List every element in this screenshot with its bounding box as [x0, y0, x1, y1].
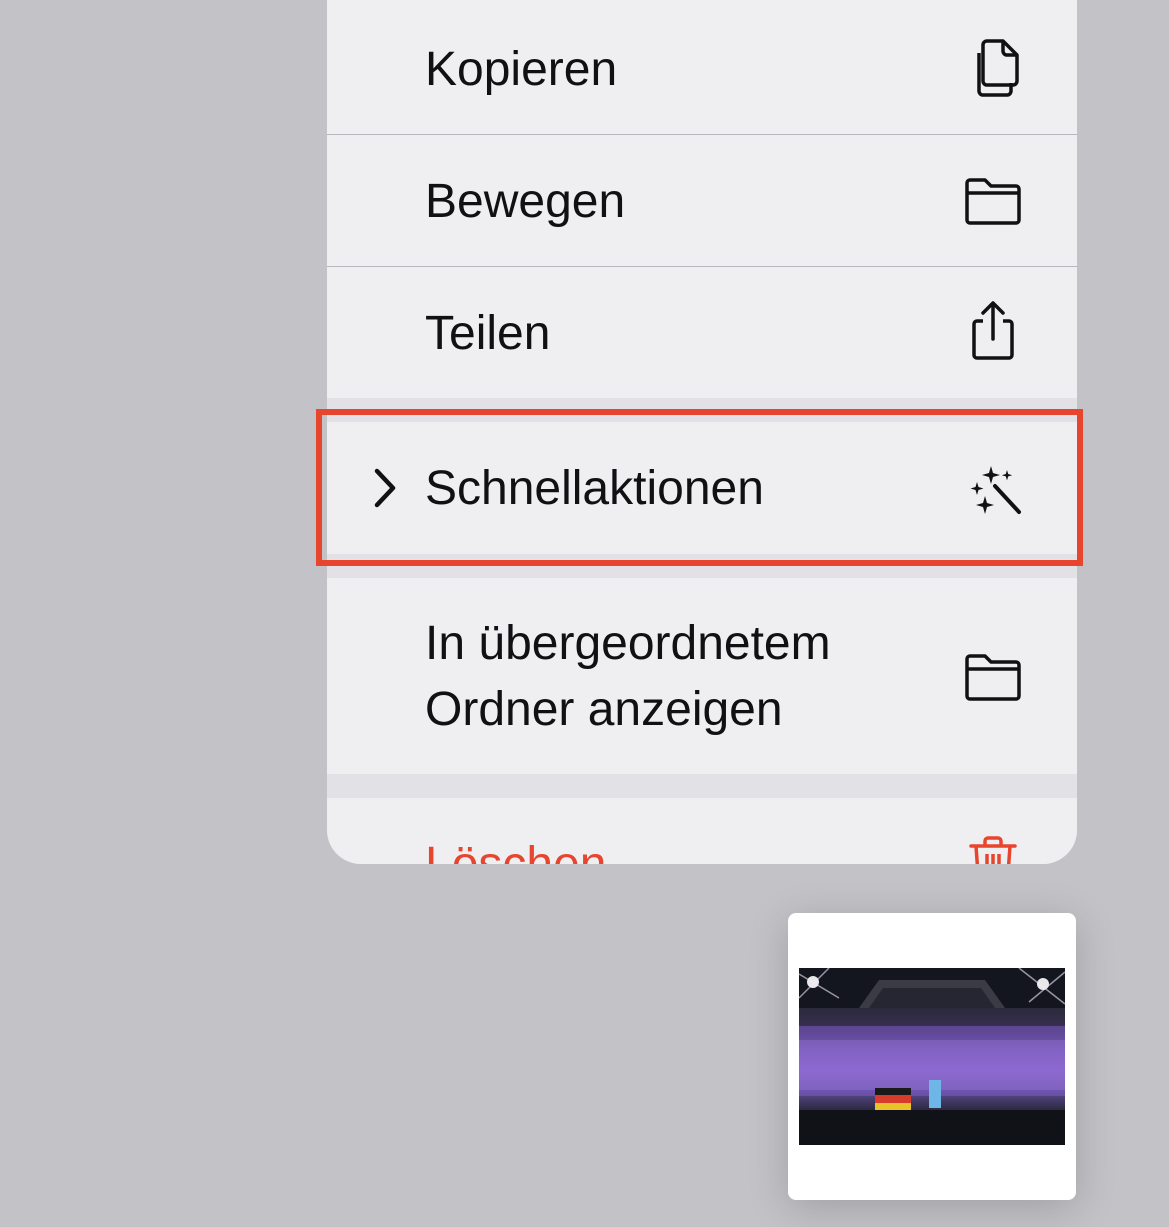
menu-item-copy[interactable]: Kopieren: [327, 0, 1077, 134]
share-icon: [972, 301, 1014, 360]
menu-item-label: Löschen: [425, 832, 606, 864]
menu-item-show-in-enclosing-folder[interactable]: In übergeordnetem Ordner anzeigen: [327, 578, 1077, 774]
menu-item-label: Bewegen: [425, 175, 626, 228]
menu-item-delete[interactable]: Löschen: [327, 798, 1077, 864]
context-menu: Kopieren Bewegen Teilen Schnellaktionen: [327, 0, 1077, 864]
menu-item-quick-actions[interactable]: Schnellaktionen: [327, 422, 1077, 554]
photo-thumbnail: [799, 968, 1065, 1145]
magic-wand-icon: [970, 466, 1021, 514]
menu-item-label: Schnellaktionen: [425, 462, 764, 515]
trash-icon: [969, 836, 1017, 864]
menu-item-share[interactable]: Teilen: [327, 267, 1077, 398]
folder-icon: [965, 178, 1021, 225]
concert-photo: [799, 968, 1065, 1145]
menu-item-label: Teilen: [425, 307, 551, 360]
menu-item-label-line1: In übergeordnetem: [425, 617, 831, 670]
chevron-right-icon: [374, 468, 396, 508]
menu-item-label: Kopieren: [425, 43, 618, 96]
folder-icon: [965, 654, 1021, 701]
menu-item-move[interactable]: Bewegen: [327, 135, 1077, 266]
copy-icon: [977, 39, 1019, 97]
file-preview-thumbnail[interactable]: [788, 913, 1076, 1200]
menu-item-label-line2: Ordner anzeigen: [425, 683, 783, 736]
